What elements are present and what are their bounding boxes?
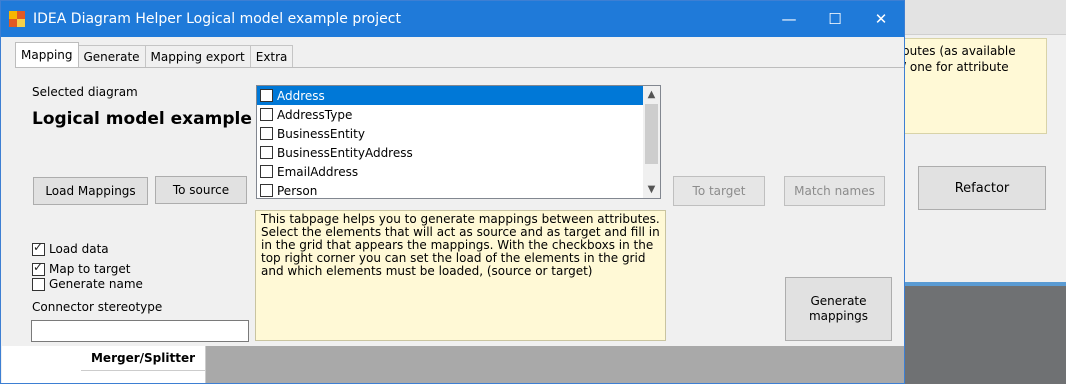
scroll-down-icon[interactable]: ▼	[643, 181, 660, 198]
main-window: IDEA Diagram Helper Logical model exampl…	[0, 0, 905, 384]
load-mappings-button[interactable]: Load Mappings	[33, 177, 148, 205]
checkbox[interactable]	[260, 89, 273, 102]
list-item-label: BusinessEntity	[277, 126, 365, 141]
checkbox[interactable]	[260, 146, 273, 159]
close-button[interactable]: ✕	[858, 1, 904, 37]
generate-name-option[interactable]: Generate name	[32, 277, 143, 291]
selected-diagram-label: Selected diagram	[32, 85, 138, 99]
list-item[interactable]: BusinessEntityAddress	[257, 143, 660, 162]
background-dark-area	[905, 282, 1066, 384]
checkbox[interactable]	[32, 277, 45, 291]
connector-stereotype-label: Connector stereotype	[32, 300, 163, 314]
generate-mappings-button[interactable]: Generate mappings	[785, 277, 892, 341]
option-label: Map to target	[49, 262, 131, 276]
background-help-note: butes (as available / one for attribute	[895, 38, 1047, 134]
tab-mapping-export[interactable]: Mapping export	[144, 45, 251, 67]
grid-column-header[interactable]: Merger/Splitter	[81, 346, 206, 371]
list-item[interactable]: AddressType	[257, 105, 660, 124]
match-names-button[interactable]: Match names	[784, 176, 885, 206]
maximize-button[interactable]: ☐	[812, 1, 858, 37]
element-list[interactable]: Address AddressType BusinessEntity Busin…	[256, 85, 661, 199]
option-label: Generate name	[49, 277, 143, 291]
map-to-target-option[interactable]: Map to target	[32, 260, 131, 276]
generate-mappings-line2: mappings	[808, 309, 869, 323]
list-scrollbar[interactable]: ▲ ▼	[643, 86, 660, 198]
list-item[interactable]: Person	[257, 181, 660, 198]
tab-generate[interactable]: Generate	[77, 45, 146, 67]
minimize-button[interactable]: —	[766, 1, 812, 37]
checkbox[interactable]	[260, 127, 273, 140]
list-item-label: AddressType	[277, 107, 353, 122]
diagram-name: Logical model example p	[32, 109, 256, 129]
window-title: IDEA Diagram Helper Logical model exampl…	[33, 11, 401, 27]
tab-mapping[interactable]: Mapping	[15, 42, 79, 67]
checkbox[interactable]	[260, 108, 273, 121]
option-label: Load data	[49, 242, 109, 256]
mapping-grid[interactable]: Merger/Splitter	[2, 346, 904, 383]
list-item[interactable]: Address	[257, 86, 660, 105]
scroll-up-icon[interactable]: ▲	[643, 86, 660, 103]
list-item-label: BusinessEntityAddress	[277, 145, 413, 160]
app-icon	[9, 11, 25, 27]
title-bar: IDEA Diagram Helper Logical model exampl…	[1, 1, 904, 37]
scroll-thumb[interactable]	[645, 104, 658, 164]
list-item[interactable]: BusinessEntity	[257, 124, 660, 143]
tab-extra[interactable]: Extra	[249, 45, 294, 67]
to-source-button[interactable]: To source	[155, 176, 247, 204]
list-item-label: EmailAddress	[277, 164, 359, 179]
refactor-button[interactable]: Refactor	[918, 166, 1046, 210]
list-item-label: Person	[277, 183, 318, 198]
checkbox[interactable]	[260, 184, 273, 197]
checkbox[interactable]	[32, 260, 45, 276]
connector-stereotype-input[interactable]	[31, 320, 249, 342]
to-target-button[interactable]: To target	[673, 176, 765, 206]
load-data-option[interactable]: Load data	[32, 240, 109, 256]
checkbox[interactable]	[32, 240, 45, 256]
tab-strip: Mapping Generate Mapping export Extra	[15, 42, 294, 67]
help-text-box: This tabpage helps you to generate mappi…	[255, 210, 666, 341]
checkbox[interactable]	[260, 165, 273, 178]
list-item-label: Address	[277, 88, 325, 103]
grid-row-header	[2, 346, 82, 383]
window-controls: — ☐ ✕	[766, 1, 904, 37]
list-item[interactable]: EmailAddress	[257, 162, 660, 181]
grid-cell[interactable]	[81, 371, 206, 383]
generate-mappings-line1: Generate	[810, 294, 867, 308]
